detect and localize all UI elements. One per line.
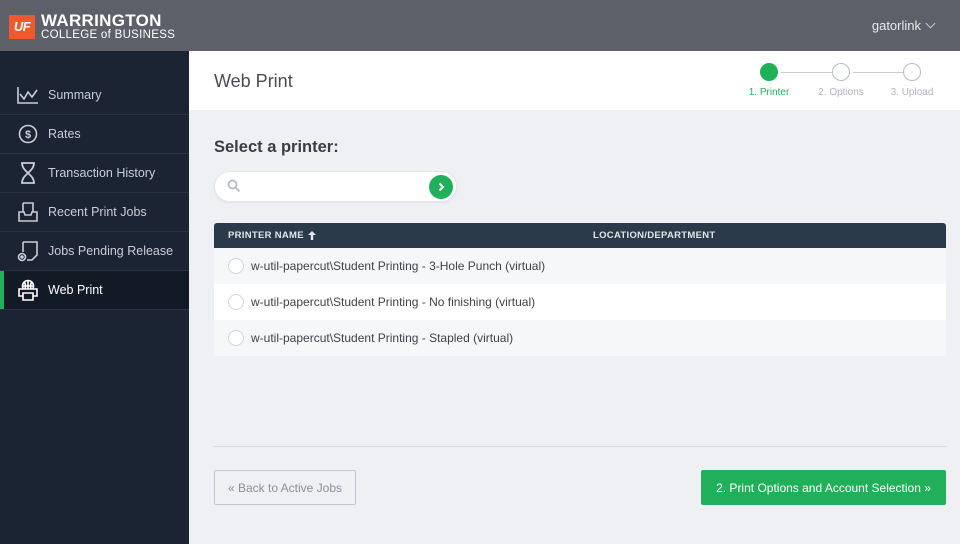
svg-text:$: $ (25, 129, 31, 141)
hourglass-icon (16, 161, 40, 185)
printer-radio[interactable] (228, 330, 244, 346)
column-label: PRINTER NAME (228, 230, 304, 241)
printer-search (214, 171, 457, 202)
pending-document-icon (16, 239, 40, 263)
sidebar-item-web-print[interactable]: Web Print (0, 271, 189, 310)
logo-line1: WARRINGTON (41, 11, 162, 30)
chevron-down-icon (925, 18, 936, 29)
search-icon (227, 179, 241, 198)
page-title: Web Print (214, 71, 293, 91)
step-label: 1. Printer (748, 87, 790, 98)
printer-tray-icon (16, 200, 40, 224)
wizard-stepper: 1. Printer 2. Options 3. Upload (739, 63, 934, 103)
step-label: 2. Options (818, 87, 864, 98)
chevron-right-icon (438, 182, 445, 192)
step-dot (832, 63, 850, 81)
column-header-printer-name[interactable]: PRINTER NAME (214, 230, 593, 241)
table-row[interactable]: w-util-papercut\Student Printing - Stapl… (214, 320, 946, 356)
sidebar-item-label: Web Print (48, 283, 103, 297)
sidebar-item-label: Transaction History (48, 166, 156, 180)
step-upload: 3. Upload (882, 63, 942, 98)
printer-radio[interactable] (228, 258, 244, 274)
line-chart-icon (16, 83, 40, 107)
sidebar-item-recent-print-jobs[interactable]: Recent Print Jobs (0, 193, 189, 232)
table-header: PRINTER NAME LOCATION/DEPARTMENT (214, 223, 946, 248)
main-content: Web Print 1. Printer 2. Options 3. Uploa… (189, 51, 960, 544)
printer-name: w-util-papercut\Student Printing - Stapl… (251, 331, 514, 345)
web-printer-icon (16, 278, 40, 302)
table-row[interactable]: w-util-papercut\Student Printing - No fi… (214, 284, 946, 320)
user-menu[interactable]: gatorlink (871, 18, 936, 33)
top-bar: UF WARRINGTON COLLEGE of BUSINESS gatorl… (0, 0, 960, 51)
sidebar-item-rates[interactable]: $ Rates (0, 115, 189, 154)
sidebar-item-label: Summary (48, 88, 102, 102)
sidebar-item-summary[interactable]: Summary (0, 76, 189, 115)
sidebar-item-jobs-pending-release[interactable]: Jobs Pending Release (0, 232, 189, 271)
printer-radio[interactable] (228, 294, 244, 310)
step-dot (760, 63, 778, 81)
sidebar: Summary $ Rates Transaction History Rece… (0, 51, 189, 544)
sidebar-item-label: Recent Print Jobs (48, 205, 147, 219)
column-header-location[interactable]: LOCATION/DEPARTMENT (593, 230, 946, 241)
step-printer: 1. Printer (739, 63, 799, 98)
logo-text: WARRINGTON COLLEGE of BUSINESS (41, 12, 175, 42)
step-options: 2. Options (811, 63, 871, 98)
printer-table: PRINTER NAME LOCATION/DEPARTMENT w-util-… (214, 223, 946, 356)
section-title: Select a printer: (214, 138, 339, 156)
step-label: 3. Upload (890, 87, 934, 98)
warrington-logo[interactable]: UF WARRINGTON COLLEGE of BUSINESS (9, 12, 175, 42)
dollar-circle-icon: $ (16, 122, 40, 146)
sidebar-item-label: Jobs Pending Release (48, 244, 174, 258)
table-body: w-util-papercut\Student Printing - 3-Hol… (214, 248, 946, 356)
printer-name: w-util-papercut\Student Printing - 3-Hol… (251, 259, 546, 273)
sidebar-item-label: Rates (48, 127, 81, 141)
search-submit-button[interactable] (429, 175, 453, 199)
page-header: Web Print 1. Printer 2. Options 3. Uploa… (189, 51, 960, 110)
logo-line2: COLLEGE of BUSINESS (41, 29, 176, 41)
printer-name: w-util-papercut\Student Printing - No fi… (251, 295, 536, 309)
search-input[interactable] (249, 177, 419, 197)
print-options-button[interactable]: 2. Print Options and Account Selection » (701, 470, 946, 505)
divider (214, 446, 946, 447)
arrow-up-icon (307, 231, 316, 240)
step-dot (903, 63, 921, 81)
table-row[interactable]: w-util-papercut\Student Printing - 3-Hol… (214, 248, 946, 284)
sidebar-item-transaction-history[interactable]: Transaction History (0, 154, 189, 193)
uf-logo-badge: UF (9, 14, 35, 39)
back-to-active-jobs-button[interactable]: « Back to Active Jobs (214, 470, 356, 505)
user-name: gatorlink (871, 18, 921, 33)
